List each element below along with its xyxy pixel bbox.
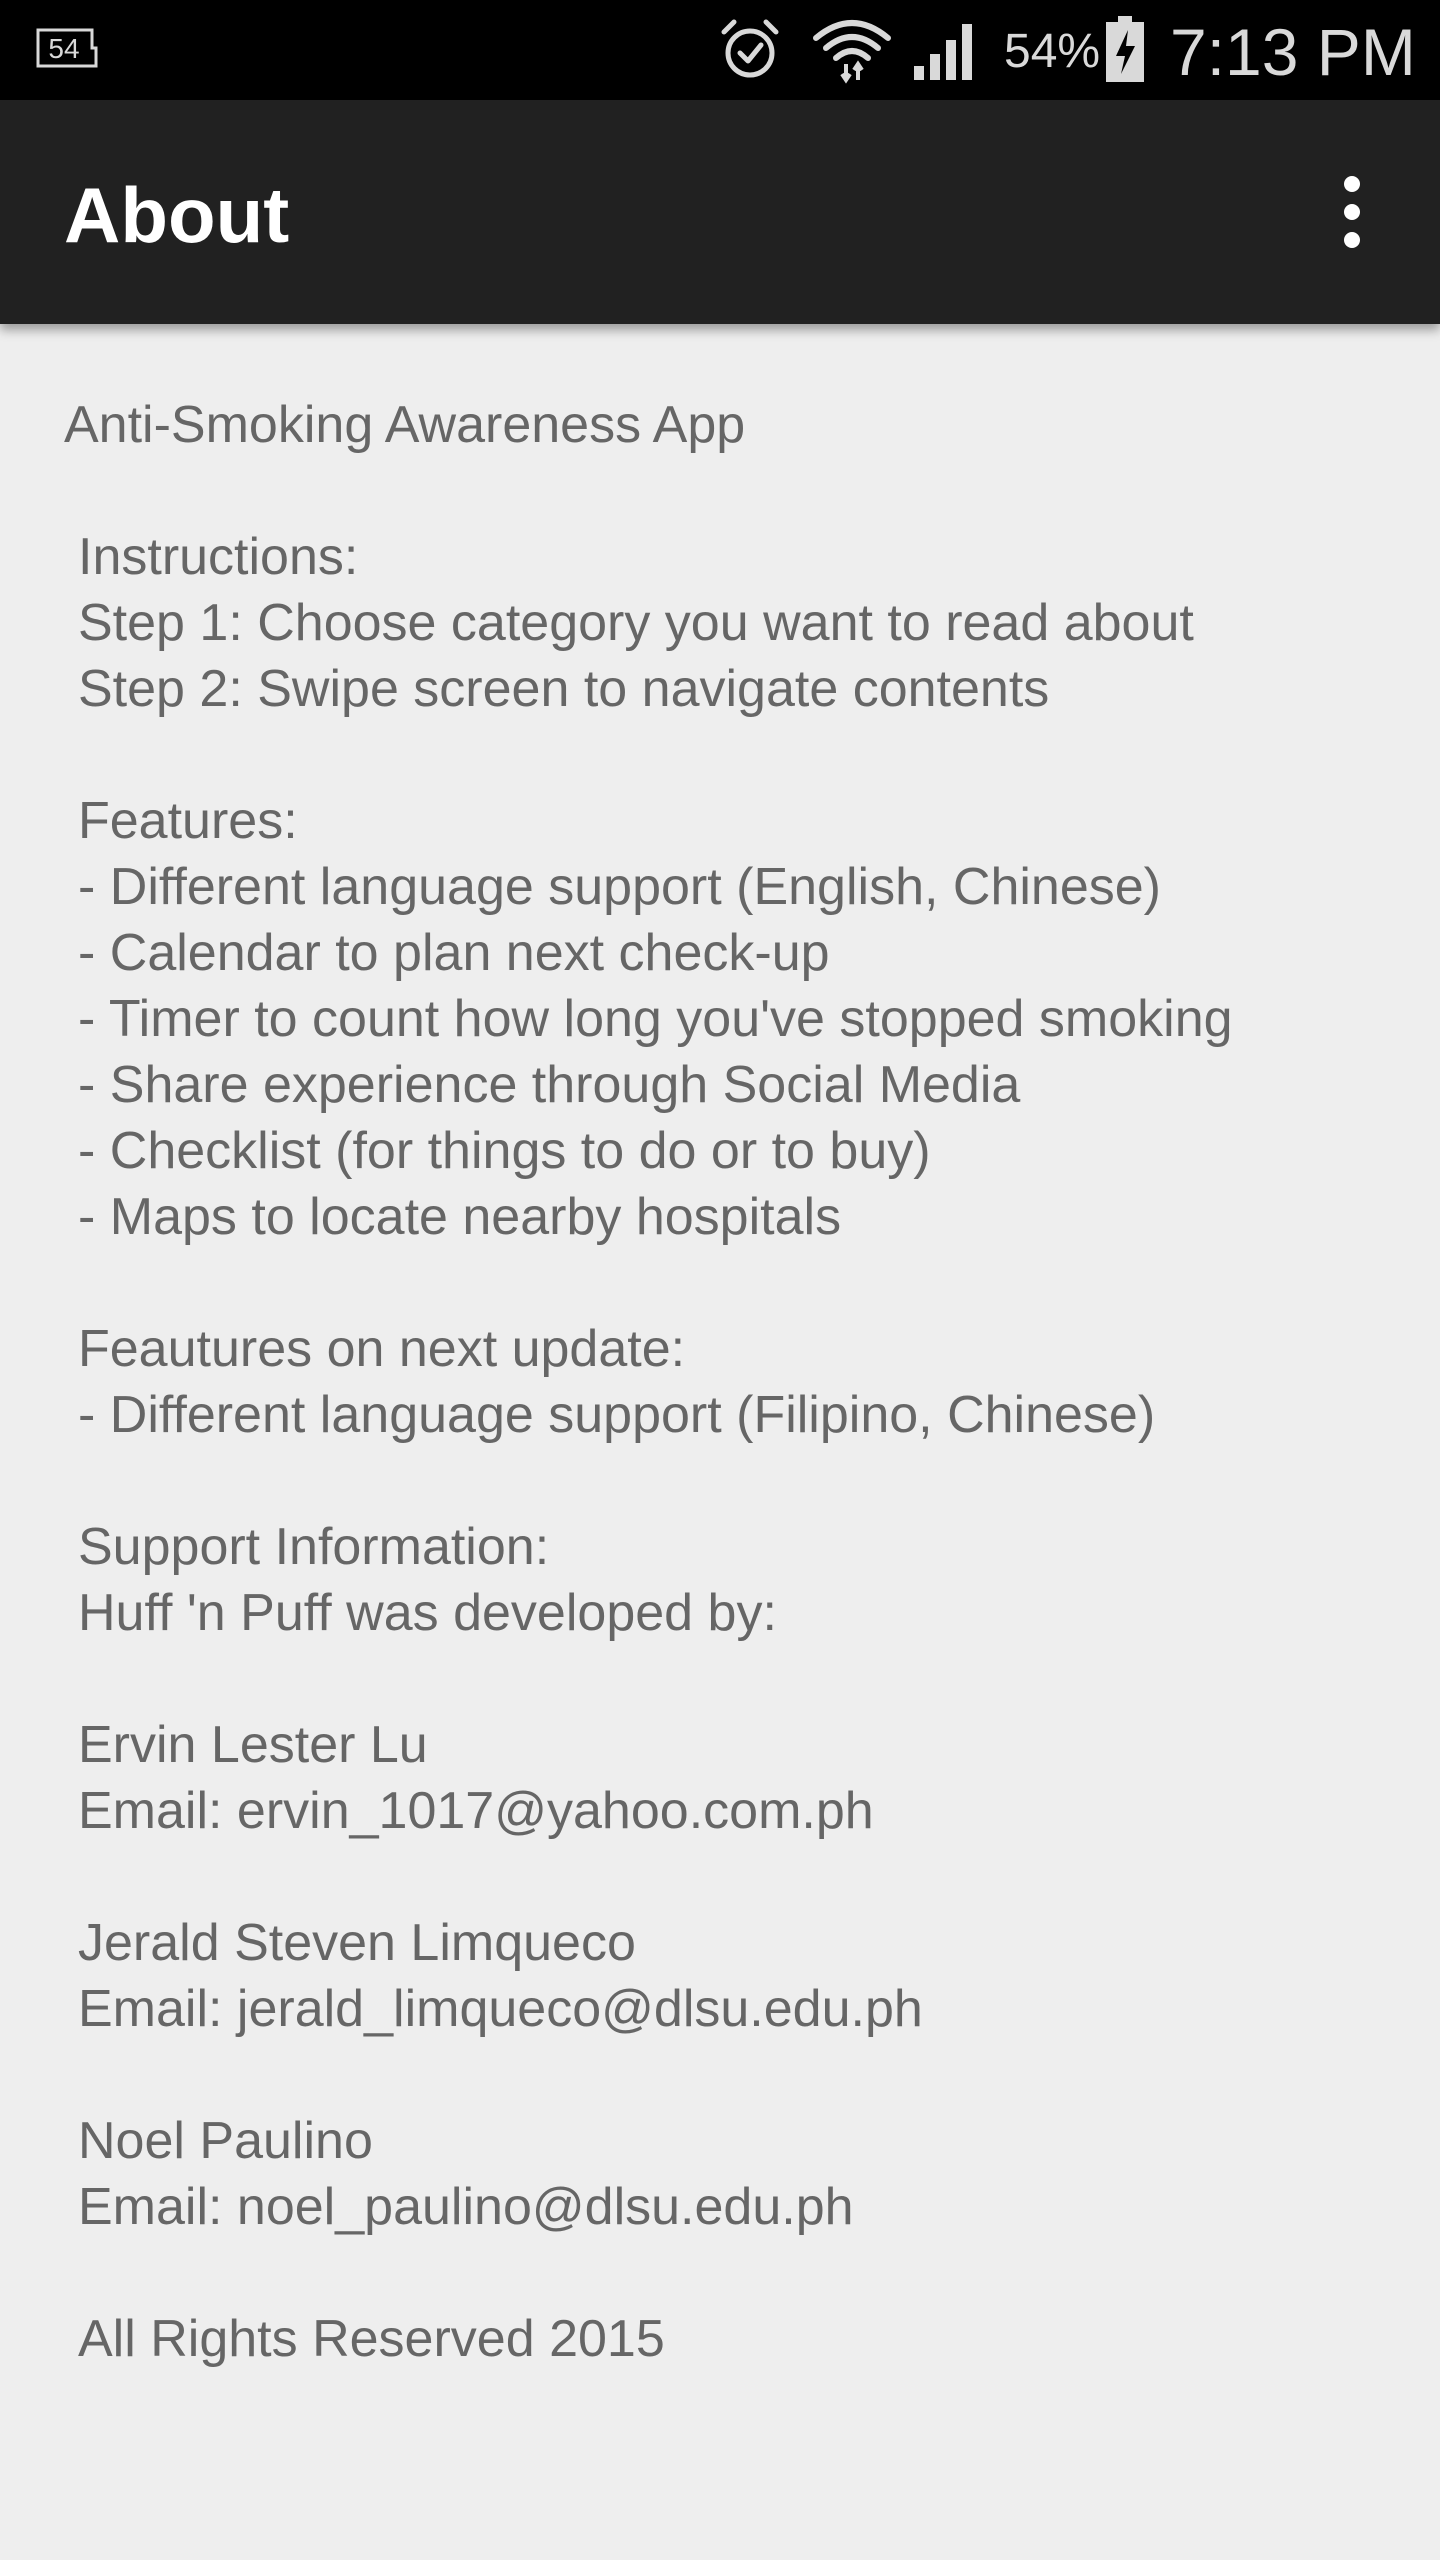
developer-name: Jerald Steven Limqueco <box>78 1914 636 1972</box>
feature-item: - Share experience through Social Media <box>78 1056 1021 1114</box>
overflow-dot <box>1344 232 1360 248</box>
about-body: Instructions: Step 1: Choose category yo… <box>78 524 1418 2372</box>
developer-email: Email: ervin_1017@yahoo.com.ph <box>78 1782 874 1840</box>
overflow-dot <box>1344 204 1360 220</box>
feature-item: - Timer to count how long you've stopped… <box>78 990 1233 1048</box>
app-name: Anti-Smoking Awareness App <box>64 396 746 454</box>
support-subheading: Huff 'n Puff was developed by: <box>78 1584 777 1642</box>
developer-email: Email: noel_paulino@dlsu.edu.ph <box>78 2178 854 2236</box>
overflow-dot <box>1344 176 1360 192</box>
battery-percent: 54% <box>1004 25 1101 78</box>
instructions-heading: Instructions: <box>78 528 359 586</box>
feature-item: - Different language support (English, C… <box>78 858 1161 916</box>
developer-name: Ervin Lester Lu <box>78 1716 428 1774</box>
status-clock: 7:13 PM <box>1170 15 1416 89</box>
developer-email: Email: jerald_limqueco@dlsu.edu.ph <box>78 1980 923 2038</box>
instruction-step: Step 2: Swipe screen to navigate content… <box>78 660 1050 718</box>
app-bar: About <box>0 100 1440 324</box>
instruction-step: Step 1: Choose category you want to read… <box>78 594 1194 652</box>
notification-badge-count: 54 <box>48 33 79 64</box>
page-title: About <box>64 171 290 259</box>
status-bar: 54 54% 7:13 PM <box>0 0 1440 100</box>
cell-signal-icon <box>914 24 972 80</box>
more-vert-icon[interactable] <box>1322 172 1382 252</box>
feature-item: - Checklist (for things to do or to buy) <box>78 1122 931 1180</box>
copyright-footer: All Rights Reserved 2015 <box>78 2310 665 2368</box>
wifi-icon <box>813 20 891 84</box>
alarm-icon <box>721 19 779 78</box>
battery-charging-icon <box>1106 16 1144 82</box>
developer-name: Noel Paulino <box>78 2112 373 2170</box>
notification-badge-icon: 54 <box>36 28 98 68</box>
support-heading: Support Information: <box>78 1518 550 1576</box>
next-update-item: - Different language support (Filipino, … <box>78 1386 1156 1444</box>
next-update-heading: Feautures on next update: <box>78 1320 686 1378</box>
features-heading: Features: <box>78 792 298 850</box>
feature-item: - Maps to locate nearby hospitals <box>78 1188 842 1246</box>
about-content[interactable]: Anti-Smoking Awareness App Instructions:… <box>0 324 1440 2560</box>
feature-item: - Calendar to plan next check-up <box>78 924 830 982</box>
